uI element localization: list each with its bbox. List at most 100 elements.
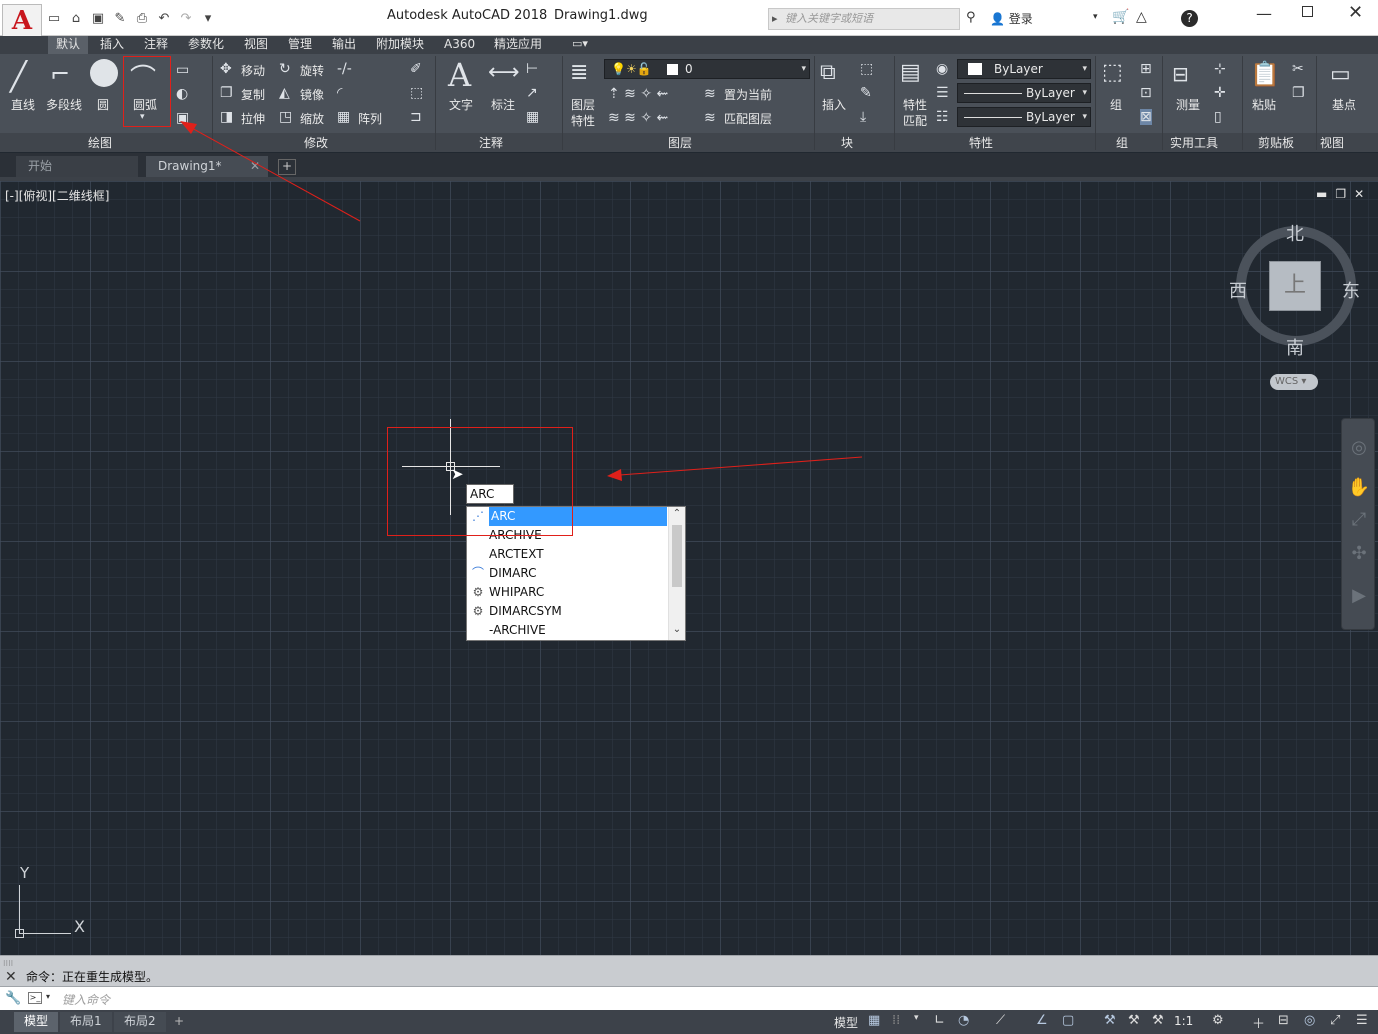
layer-properties-icon[interactable]: ≣ (570, 60, 588, 85)
wcs-menu[interactable]: WCS ▾ (1270, 374, 1318, 390)
close-icon[interactable]: ✕ (250, 156, 260, 176)
scroll-up-icon[interactable]: ⌃ (669, 508, 685, 519)
set-current-button[interactable]: 置为当前 (724, 86, 772, 103)
lineweight-dropdown[interactable]: ByLayer ▾ (957, 107, 1091, 127)
group-edit-icon[interactable]: ⊡ (1140, 85, 1152, 101)
isolate-objects-icon[interactable]: ⊟ (1278, 1013, 1289, 1028)
measure-button[interactable]: 测量 (1176, 96, 1200, 113)
dimension-button[interactable]: 标注 (491, 96, 515, 113)
isodraft-icon[interactable]: ⟋ (996, 1013, 1005, 1028)
layer-tool-icon[interactable]: ⇡ ≋ ✧ ⇜ (608, 86, 668, 102)
match-properties-label-1[interactable]: 特性 (903, 96, 927, 113)
leader-icon[interactable]: ↗ (526, 85, 538, 101)
move-button[interactable]: 移动 (241, 62, 265, 79)
compass-east[interactable]: 东 (1342, 277, 1360, 303)
linear-dim-icon[interactable]: ⊢ (526, 61, 538, 77)
compass-west[interactable]: 西 (1229, 277, 1247, 303)
hardware-acceleration-icon[interactable]: ◎ (1304, 1013, 1315, 1028)
annotation-scale-icon[interactable]: ⚒ (1152, 1013, 1164, 1028)
autocomplete-item[interactable]: ⚙ DIMARCSYM (467, 602, 669, 621)
panel-title-layers[interactable]: 图层 (668, 134, 692, 151)
print-icon[interactable]: ⎙ (134, 11, 150, 27)
copy-clip-icon[interactable]: ❐ (1292, 85, 1305, 101)
showmotion-icon[interactable]: ▶ (1342, 585, 1376, 606)
rotate-button[interactable]: 旋转 (300, 62, 324, 79)
search-input[interactable]: 键入关键字或短语 (768, 8, 960, 30)
scroll-down-icon[interactable]: ⌄ (669, 624, 685, 635)
tab-parametric[interactable]: 参数化 (188, 36, 224, 54)
layout-tab-1[interactable]: 布局1 (60, 1012, 112, 1032)
autocomplete-item[interactable]: ⌒ DIMARC (467, 564, 669, 583)
object-snap-icon[interactable]: ▢ (1062, 1013, 1074, 1028)
point-icon[interactable]: ⊹ (1214, 61, 1226, 77)
viewcube-top-face[interactable]: 上 (1269, 261, 1321, 311)
autocomplete-item[interactable]: ARCTEXT (467, 545, 669, 564)
stretch-button[interactable]: 拉伸 (241, 110, 265, 127)
tab-featured-apps[interactable]: 精选应用 (494, 36, 542, 54)
layer-properties-label-2[interactable]: 特性 (571, 112, 595, 129)
undo-icon[interactable]: ↶ (156, 11, 172, 27)
pan-icon[interactable]: ✋ (1342, 477, 1376, 498)
auto-scale-icon[interactable]: ⚒ (1128, 1013, 1140, 1028)
a360-icon[interactable]: △ (1136, 9, 1147, 25)
scrollbar-thumb[interactable] (672, 525, 682, 587)
new-tab-button[interactable]: + (278, 159, 296, 175)
autocomplete-item[interactable]: -ARCHIVE (467, 621, 669, 640)
panel-title-groups[interactable]: 组 (1116, 134, 1128, 151)
insert-button[interactable]: 插入 (822, 96, 846, 113)
binoculars-icon[interactable]: ⚲ (966, 10, 976, 25)
panel-title-draw[interactable]: 绘图 (88, 134, 112, 151)
fillet-icon[interactable]: ◜ (337, 85, 342, 101)
grid-icon[interactable]: ▦ (868, 1013, 880, 1028)
create-block-icon[interactable]: ⬚ (860, 61, 873, 77)
paste-button[interactable]: 粘贴 (1252, 96, 1276, 113)
chevron-down-icon[interactable]: ▾ (914, 1013, 919, 1023)
autocomplete-item[interactable]: ⚙ WHIPARC (467, 583, 669, 602)
close-icon[interactable]: ✕ (1354, 187, 1364, 201)
tab-manage[interactable]: 管理 (288, 36, 312, 54)
chevron-down-icon[interactable]: ▾ (46, 992, 50, 1001)
base-view-icon[interactable]: ▭ (1330, 62, 1351, 87)
cart-icon[interactable]: 🛒 (1112, 9, 1129, 25)
polyline-icon[interactable]: ⌐ (50, 60, 70, 88)
base-view-button[interactable]: 基点 (1332, 96, 1356, 113)
match-properties-icon[interactable]: ▤ (900, 60, 921, 85)
tab-insert[interactable]: 插入 (100, 36, 124, 54)
polar-icon[interactable]: ◔ (958, 1013, 969, 1028)
text-button[interactable]: 文字 (449, 96, 473, 113)
help-icon[interactable]: ? (1181, 10, 1198, 27)
panel-title-block[interactable]: 块 (841, 134, 853, 151)
match-layer-button[interactable]: 匹配图层 (724, 110, 772, 127)
close-icon[interactable]: ✕ (5, 969, 17, 985)
tab-view[interactable]: 视图 (244, 36, 268, 54)
add-layout-button[interactable]: + (170, 1012, 188, 1032)
command-input[interactable]: 键入命令 (62, 991, 110, 1008)
annotation-visibility-icon[interactable]: ⚒ (1104, 1013, 1116, 1028)
save-icon[interactable]: ▣ (90, 11, 106, 27)
close-button[interactable]: ✕ (1348, 2, 1363, 23)
panel-title-properties[interactable]: 特性 (969, 134, 993, 151)
customization-menu-icon[interactable]: ☰ (1356, 1013, 1368, 1028)
cut-icon[interactable]: ✂ (1292, 61, 1304, 77)
mirror-button[interactable]: 镜像 (300, 86, 324, 103)
viewport-controls-label[interactable]: [-][俯视][二维线框] (5, 187, 109, 204)
annotation-scale[interactable]: 1:1 (1174, 1014, 1193, 1028)
calculator-icon[interactable]: ▯ (1214, 109, 1222, 125)
group-select-icon[interactable]: ⊠ (1140, 109, 1152, 125)
layer-dropdown[interactable]: 💡☀🔓 0 ▾ (604, 59, 810, 79)
sign-in-button[interactable]: 👤 登录 (990, 10, 1033, 27)
grip-icon[interactable]: ⁝⁝⁝⁝ (3, 959, 21, 968)
scale-button[interactable]: 缩放 (300, 110, 324, 127)
erase-icon[interactable]: ✐ (410, 61, 422, 77)
gear-icon[interactable]: ⚙ (1212, 1013, 1224, 1028)
tab-a360[interactable]: A360 (444, 36, 475, 54)
tab-annotate[interactable]: 注释 (144, 36, 168, 54)
paste-icon[interactable]: 📋 (1250, 60, 1280, 88)
panel-title-modify[interactable]: 修改 (304, 134, 328, 151)
new-file-icon[interactable]: ▭ (46, 11, 62, 27)
maximize-button[interactable] (1302, 6, 1313, 17)
layer-tool-icon[interactable]: ≋ ≋ ✧ ⇜ (608, 110, 668, 126)
ribbon-minimize-icon[interactable]: ▭▾ (572, 37, 588, 50)
redo-icon[interactable]: ↷ (178, 11, 194, 27)
model-space-toggle[interactable]: 模型 (834, 1014, 858, 1031)
